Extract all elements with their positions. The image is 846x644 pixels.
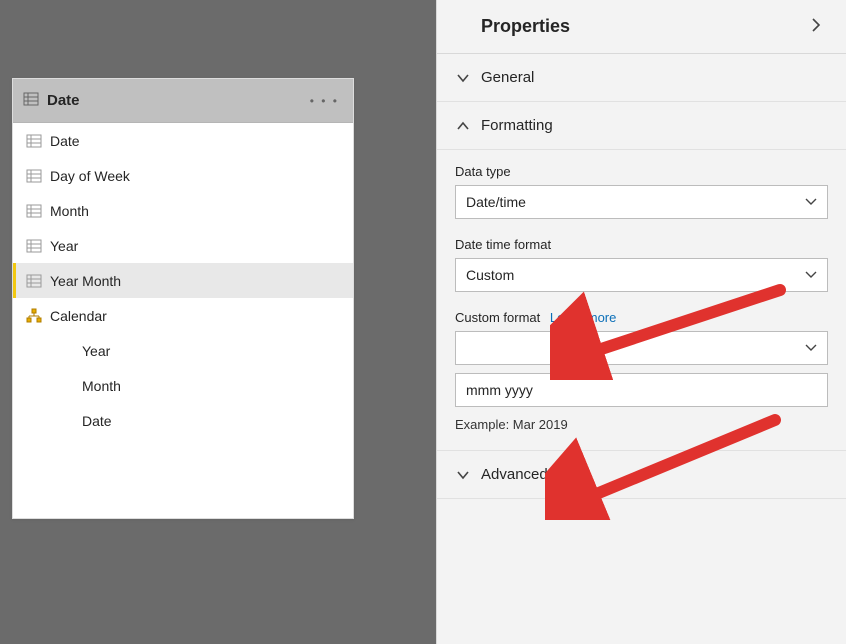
field-label: Year Month: [50, 273, 121, 289]
chevron-down-icon: [805, 344, 817, 352]
field-label: Date: [50, 133, 80, 149]
fields-blank-area: [13, 438, 353, 518]
field-row[interactable]: Month: [13, 193, 353, 228]
field-row[interactable]: Year: [13, 333, 353, 368]
table-header[interactable]: Date • • •: [13, 79, 353, 123]
section-formatting-label: Formatting: [481, 117, 553, 134]
chevron-down-icon: [805, 198, 817, 206]
column-icon: [26, 133, 42, 149]
data-type-value: Date/time: [466, 194, 526, 210]
field-label: Day of Week: [50, 168, 130, 184]
fields-pane-background: Date • • • Date Day of Week Month Year Year …: [0, 0, 436, 644]
field-row[interactable]: Month: [13, 368, 353, 403]
section-formatting[interactable]: Formatting: [437, 102, 846, 150]
learn-more-link[interactable]: Learn more: [550, 310, 616, 325]
column-icon: [26, 203, 42, 219]
chevron-down-icon: [449, 470, 477, 480]
column-icon: [26, 168, 42, 184]
properties-pane: Properties General Formatting Data type …: [436, 0, 846, 644]
data-type-label: Data type: [455, 164, 828, 179]
collapse-pane-icon[interactable]: [804, 12, 828, 41]
chevron-down-icon: [449, 73, 477, 83]
fields-list: Date Day of Week Month Year Year Month Calend…: [13, 123, 353, 438]
field-row[interactable]: Calendar: [13, 298, 353, 333]
custom-format-select[interactable]: [455, 331, 828, 365]
field-label: Year: [82, 343, 110, 359]
hierarchy-icon: [26, 308, 42, 324]
section-general[interactable]: General: [437, 54, 846, 102]
custom-format-label-text: Custom format: [455, 310, 540, 325]
field-row[interactable]: Date: [13, 123, 353, 158]
field-row[interactable]: Day of Week: [13, 158, 353, 193]
field-row[interactable]: Date: [13, 403, 353, 438]
section-advanced-label: Advanced: [481, 466, 548, 483]
custom-format-label: Custom format Learn more: [455, 310, 828, 325]
properties-header: Properties: [437, 0, 846, 54]
date-time-format-value: Custom: [466, 267, 514, 283]
more-options-icon[interactable]: • • •: [306, 90, 343, 112]
column-icon: [26, 273, 42, 289]
table-icon: [23, 91, 39, 110]
field-label: Month: [82, 378, 121, 394]
field-label: Date: [82, 413, 112, 429]
data-type-select[interactable]: Date/time: [455, 185, 828, 219]
chevron-down-icon: [805, 271, 817, 279]
custom-format-example: Example: Mar 2019: [455, 417, 828, 432]
table-name: Date: [47, 92, 306, 109]
section-general-label: General: [481, 69, 534, 86]
date-time-format-label: Date time format: [455, 237, 828, 252]
chevron-up-icon: [449, 121, 477, 131]
field-label: Month: [50, 203, 89, 219]
column-icon: [26, 238, 42, 254]
data-type-group: Data type Date/time: [455, 164, 828, 219]
custom-format-input[interactable]: [455, 373, 828, 407]
field-row[interactable]: Year Month: [13, 263, 353, 298]
formatting-body: Data type Date/time Date time format Cus…: [437, 150, 846, 451]
field-label: Year: [50, 238, 78, 254]
custom-format-group: Custom format Learn more Example: Mar 20…: [455, 310, 828, 432]
date-time-format-select[interactable]: Custom: [455, 258, 828, 292]
date-time-format-group: Date time format Custom: [455, 237, 828, 292]
properties-title: Properties: [481, 16, 570, 37]
field-row[interactable]: Year: [13, 228, 353, 263]
field-label: Calendar: [50, 308, 107, 324]
section-advanced[interactable]: Advanced: [437, 451, 846, 499]
fields-card: Date • • • Date Day of Week Month Year Year …: [12, 78, 354, 519]
